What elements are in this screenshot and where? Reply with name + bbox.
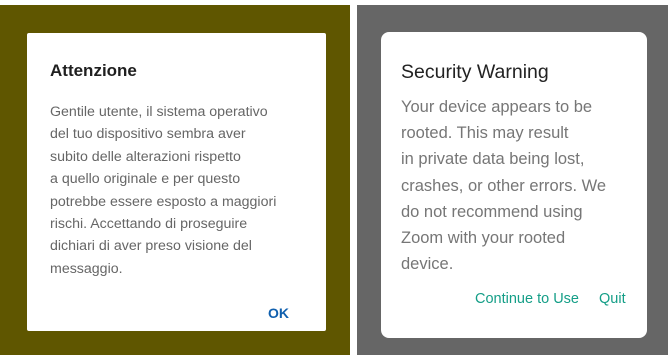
ok-button[interactable]: OK [268,305,289,321]
dialog-title: Security Warning [401,61,549,83]
dialog-title: Attenzione [50,61,137,80]
security-warning-dialog: Security Warning Your device appears to … [381,32,647,338]
left-screen-backdrop: Attenzione Gentile utente, il sistema op… [0,5,350,355]
dialog-message: Gentile utente, il sistema operativo del… [50,104,277,277]
attenzione-dialog: Attenzione Gentile utente, il sistema op… [27,33,326,331]
right-screen-backdrop: Security Warning Your device appears to … [357,5,668,355]
dialog-message: Your device appears to be rooted. This m… [401,98,607,274]
continue-to-use-button[interactable]: Continue to Use [475,291,579,307]
quit-button[interactable]: Quit [599,291,626,307]
